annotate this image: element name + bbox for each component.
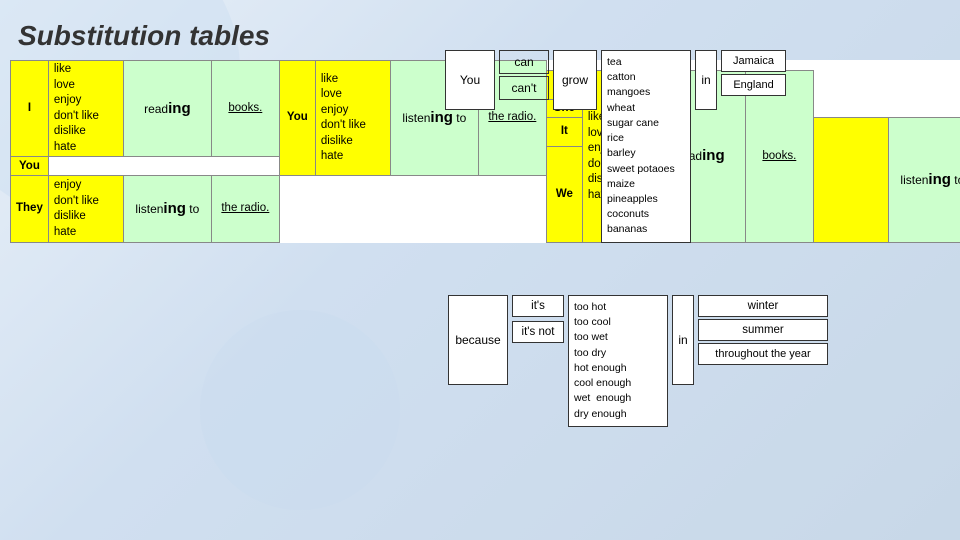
obj-books-1: books.: [211, 61, 279, 157]
box-its-not: it's not: [512, 321, 564, 343]
subject-They: They: [11, 176, 49, 243]
box-jamaica: Jamaica: [721, 50, 786, 72]
gerund-read-1: reading: [123, 61, 211, 157]
country-group: Jamaica England: [721, 50, 786, 96]
seasons-group: winter summer throughout the year: [698, 295, 828, 365]
right-bottom-table: because it's it's not too hottoo cooltoo…: [448, 295, 828, 427]
box-grow: grow: [553, 50, 597, 110]
box-because: because: [448, 295, 508, 385]
verb-group-You-1: likeloveenjoydon't likedislikehate: [315, 61, 390, 176]
verb-group-They: enjoydon't likedislikehate: [48, 176, 123, 243]
subject-You-2: You: [11, 157, 49, 176]
can-cant-group: can can't: [499, 50, 549, 102]
right-top-table: You can can't grow teacattonmangoeswheat…: [445, 50, 786, 243]
page-title: Substitution tables: [18, 20, 270, 52]
gerund-listen-2: listening to: [888, 118, 960, 243]
gerund-listen-3: listening to: [123, 176, 211, 243]
box-crops: teacattonmangoeswheatsugar canericebarle…: [601, 50, 691, 243]
box-england: England: [721, 74, 786, 96]
box-you: You: [445, 50, 495, 110]
box-winter: winter: [698, 295, 828, 317]
box-conditions: too hottoo cooltoo wettoo dryhot enoughc…: [568, 295, 668, 427]
box-in-top: in: [695, 50, 717, 110]
subject-I-cell: I: [11, 61, 49, 157]
verb-group-It: [813, 118, 888, 243]
box-cant: can't: [499, 76, 549, 100]
box-can: can: [499, 50, 549, 74]
subject-You-1: You: [279, 61, 315, 176]
verb-group-I: likeloveenjoydon't likedislikehate: [48, 61, 123, 157]
obj-radio-3: the radio.: [211, 176, 279, 243]
box-throughout: throughout the year: [698, 343, 828, 365]
box-its: it's: [512, 295, 564, 317]
box-in-bottom: in: [672, 295, 694, 385]
box-summer: summer: [698, 319, 828, 341]
its-group: it's it's not: [512, 295, 564, 343]
